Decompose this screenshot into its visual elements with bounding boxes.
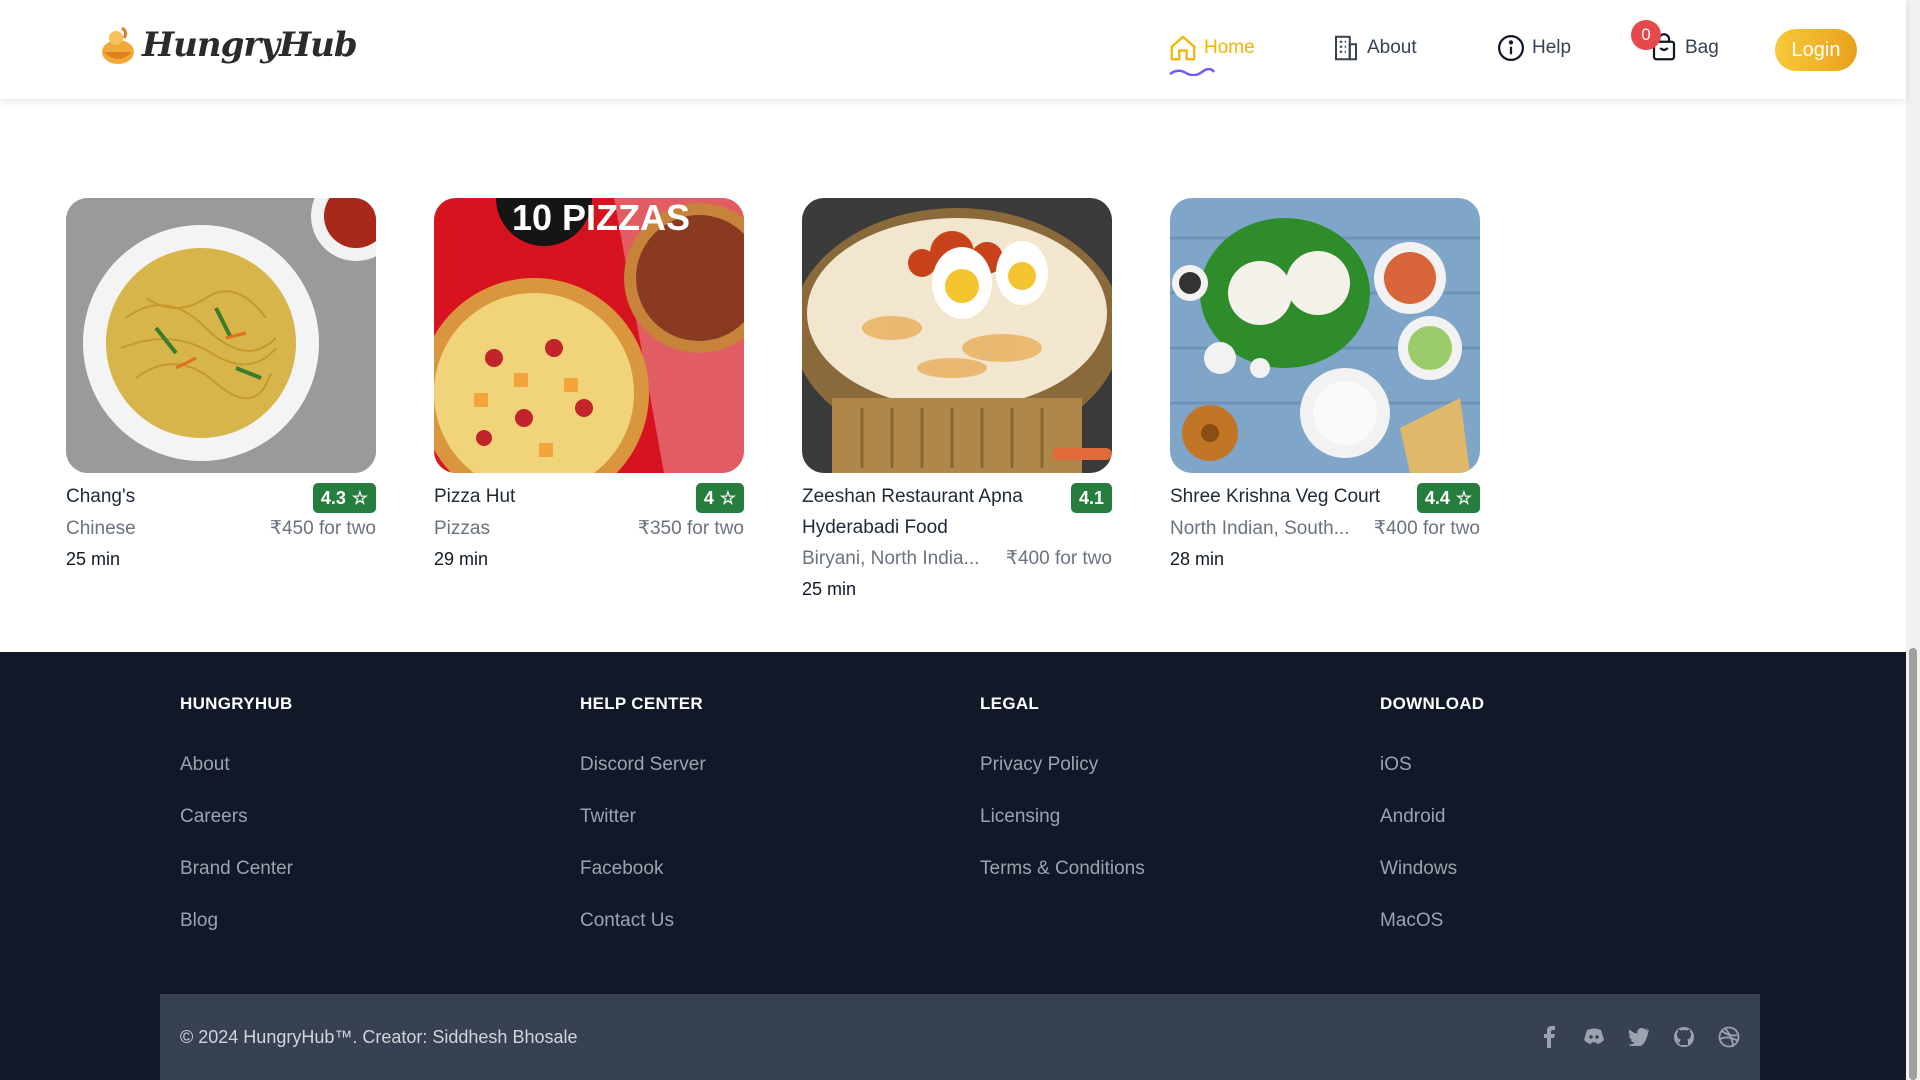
restaurant-card[interactable]: Chang's 4.3 ☆ Chinese ₹450 for two 25 mi… xyxy=(66,198,376,575)
star-icon: ☆ xyxy=(1455,487,1472,508)
page: HungryHub Home About Help Bag 0 Login Ch… xyxy=(0,0,1920,1080)
restaurant-cuisine: Biryani, North India... xyxy=(802,548,980,569)
restaurant-price: ₹400 for two xyxy=(1373,518,1480,539)
nav-bag-label: Bag xyxy=(1685,37,1719,58)
delivery-time: 29 min xyxy=(434,549,489,569)
restaurant-card[interactable]: Shree Krishna Veg Court 4.4 ☆ North Indi… xyxy=(1170,198,1480,575)
footer-link-brand-center[interactable]: Brand Center xyxy=(180,843,293,895)
rating-value: 4.1 xyxy=(1078,487,1104,508)
nav-about-label: About xyxy=(1367,37,1417,58)
home-icon xyxy=(1170,35,1196,61)
restaurant-price: ₹350 for two xyxy=(637,518,744,539)
footer-column-download: DOWNLOAD iOS Android Windows MacOS xyxy=(1380,694,1484,947)
restaurant-name: Shree Krishna Veg Court xyxy=(1170,486,1381,507)
nav-help[interactable]: Help xyxy=(1496,33,1571,63)
nav-about[interactable]: About xyxy=(1331,33,1417,63)
delivery-time: 25 min xyxy=(66,549,121,569)
restaurant-card[interactable]: 10 PIZZAS Pizza Hut 4 ☆ Pizzas ₹350 for … xyxy=(434,198,744,575)
footer-link-facebook[interactable]: Facebook xyxy=(580,843,706,895)
logo[interactable]: HungryHub xyxy=(98,22,358,68)
restaurant-card[interactable]: Zeeshan Restaurant Apna Hyderabadi Food … xyxy=(802,198,1112,605)
rating-badge: 4 ☆ xyxy=(695,483,744,513)
restaurant-image xyxy=(1170,198,1480,473)
restaurant-image xyxy=(802,198,1112,473)
footer-column-legal: LEGAL Privacy Policy Licensing Terms & C… xyxy=(980,694,1145,895)
page-scrollbar[interactable] xyxy=(1906,0,1920,1080)
rating-badge: 4.1 xyxy=(1070,483,1112,513)
footer-link-ios[interactable]: iOS xyxy=(1380,739,1484,791)
discord-icon[interactable] xyxy=(1583,1026,1605,1048)
twitter-icon[interactable] xyxy=(1628,1026,1650,1048)
delivery-time: 25 min xyxy=(802,579,857,599)
footer-link-careers[interactable]: Careers xyxy=(180,791,293,843)
footer-link-android[interactable]: Android xyxy=(1380,791,1484,843)
nav-home-label: Home xyxy=(1204,37,1255,58)
star-icon: ☆ xyxy=(351,487,368,508)
restaurant-cuisine: North Indian, South... xyxy=(1170,518,1350,539)
star-icon: ☆ xyxy=(719,487,736,508)
info-icon xyxy=(1498,35,1524,61)
footer: HUNGRYHUB About Careers Brand Center Blo… xyxy=(0,652,1906,1080)
footer-column-title: LEGAL xyxy=(980,694,1040,713)
footer-bottom-bar: © 2024 HungryHub™. Creator: Siddhesh Bho… xyxy=(160,994,1760,1080)
restaurant-name: Chang's xyxy=(66,486,136,507)
bag-count-badge: 0 xyxy=(1631,20,1661,50)
footer-column-title: HUNGRYHUB xyxy=(180,694,293,713)
github-icon[interactable] xyxy=(1673,1026,1695,1048)
home-underline-indicator xyxy=(1169,68,1216,76)
footer-link-macos[interactable]: MacOS xyxy=(1380,895,1484,947)
footer-column-help-center: HELP CENTER Discord Server Twitter Faceb… xyxy=(580,694,706,947)
rating-value: 4 xyxy=(703,487,714,508)
restaurant-cuisine: Pizzas xyxy=(434,518,490,539)
footer-column-title: DOWNLOAD xyxy=(1380,694,1485,713)
footer-link-about[interactable]: About xyxy=(180,739,293,791)
rating-value: 4.4 xyxy=(1424,487,1450,508)
footer-link-windows[interactable]: Windows xyxy=(1380,843,1484,895)
nav-home[interactable]: Home xyxy=(1168,33,1255,63)
rating-badge: 4.4 ☆ xyxy=(1416,483,1480,513)
footer-link-licensing[interactable]: Licensing xyxy=(980,791,1145,843)
building-icon xyxy=(1335,35,1357,61)
footer-link-discord[interactable]: Discord Server xyxy=(580,739,706,791)
logo-icon xyxy=(102,26,134,64)
footer-link-terms[interactable]: Terms & Conditions xyxy=(980,843,1145,895)
restaurant-price: ₹450 for two xyxy=(269,518,376,539)
facebook-icon[interactable] xyxy=(1538,1026,1560,1048)
social-links xyxy=(1538,1026,1740,1048)
footer-link-privacy[interactable]: Privacy Policy xyxy=(980,739,1145,791)
scrollbar-thumb[interactable] xyxy=(1909,648,1917,1080)
restaurant-cuisine: Chinese xyxy=(66,518,136,539)
restaurant-image: 10 PIZZAS xyxy=(434,198,744,473)
login-button[interactable]: Login xyxy=(1775,29,1857,71)
rating-badge: 4.3 ☆ xyxy=(312,483,376,513)
footer-link-twitter[interactable]: Twitter xyxy=(580,791,706,843)
rating-value: 4.3 xyxy=(320,487,346,508)
delivery-time: 28 min xyxy=(1170,549,1225,569)
dribbble-icon[interactable] xyxy=(1718,1026,1740,1048)
restaurant-name: Zeeshan Restaurant Apna Hyderabadi Food xyxy=(802,486,1023,538)
top-navbar: HungryHub Home About Help Bag 0 Login xyxy=(0,0,1906,99)
promo-banner-text: 10 PIZZAS xyxy=(512,198,690,238)
footer-link-contact[interactable]: Contact Us xyxy=(580,895,706,947)
restaurant-price: ₹400 for two xyxy=(1005,548,1112,569)
footer-column-hungryhub: HUNGRYHUB About Careers Brand Center Blo… xyxy=(180,694,293,947)
copyright-text: © 2024 HungryHub™. Creator: Siddhesh Bho… xyxy=(180,1026,578,1047)
footer-column-title: HELP CENTER xyxy=(580,694,703,713)
restaurant-name: Pizza Hut xyxy=(434,486,516,507)
logo-text: HungryHub xyxy=(142,25,358,65)
nav-help-label: Help xyxy=(1532,37,1572,58)
footer-link-blog[interactable]: Blog xyxy=(180,895,293,947)
restaurant-image xyxy=(66,198,376,473)
